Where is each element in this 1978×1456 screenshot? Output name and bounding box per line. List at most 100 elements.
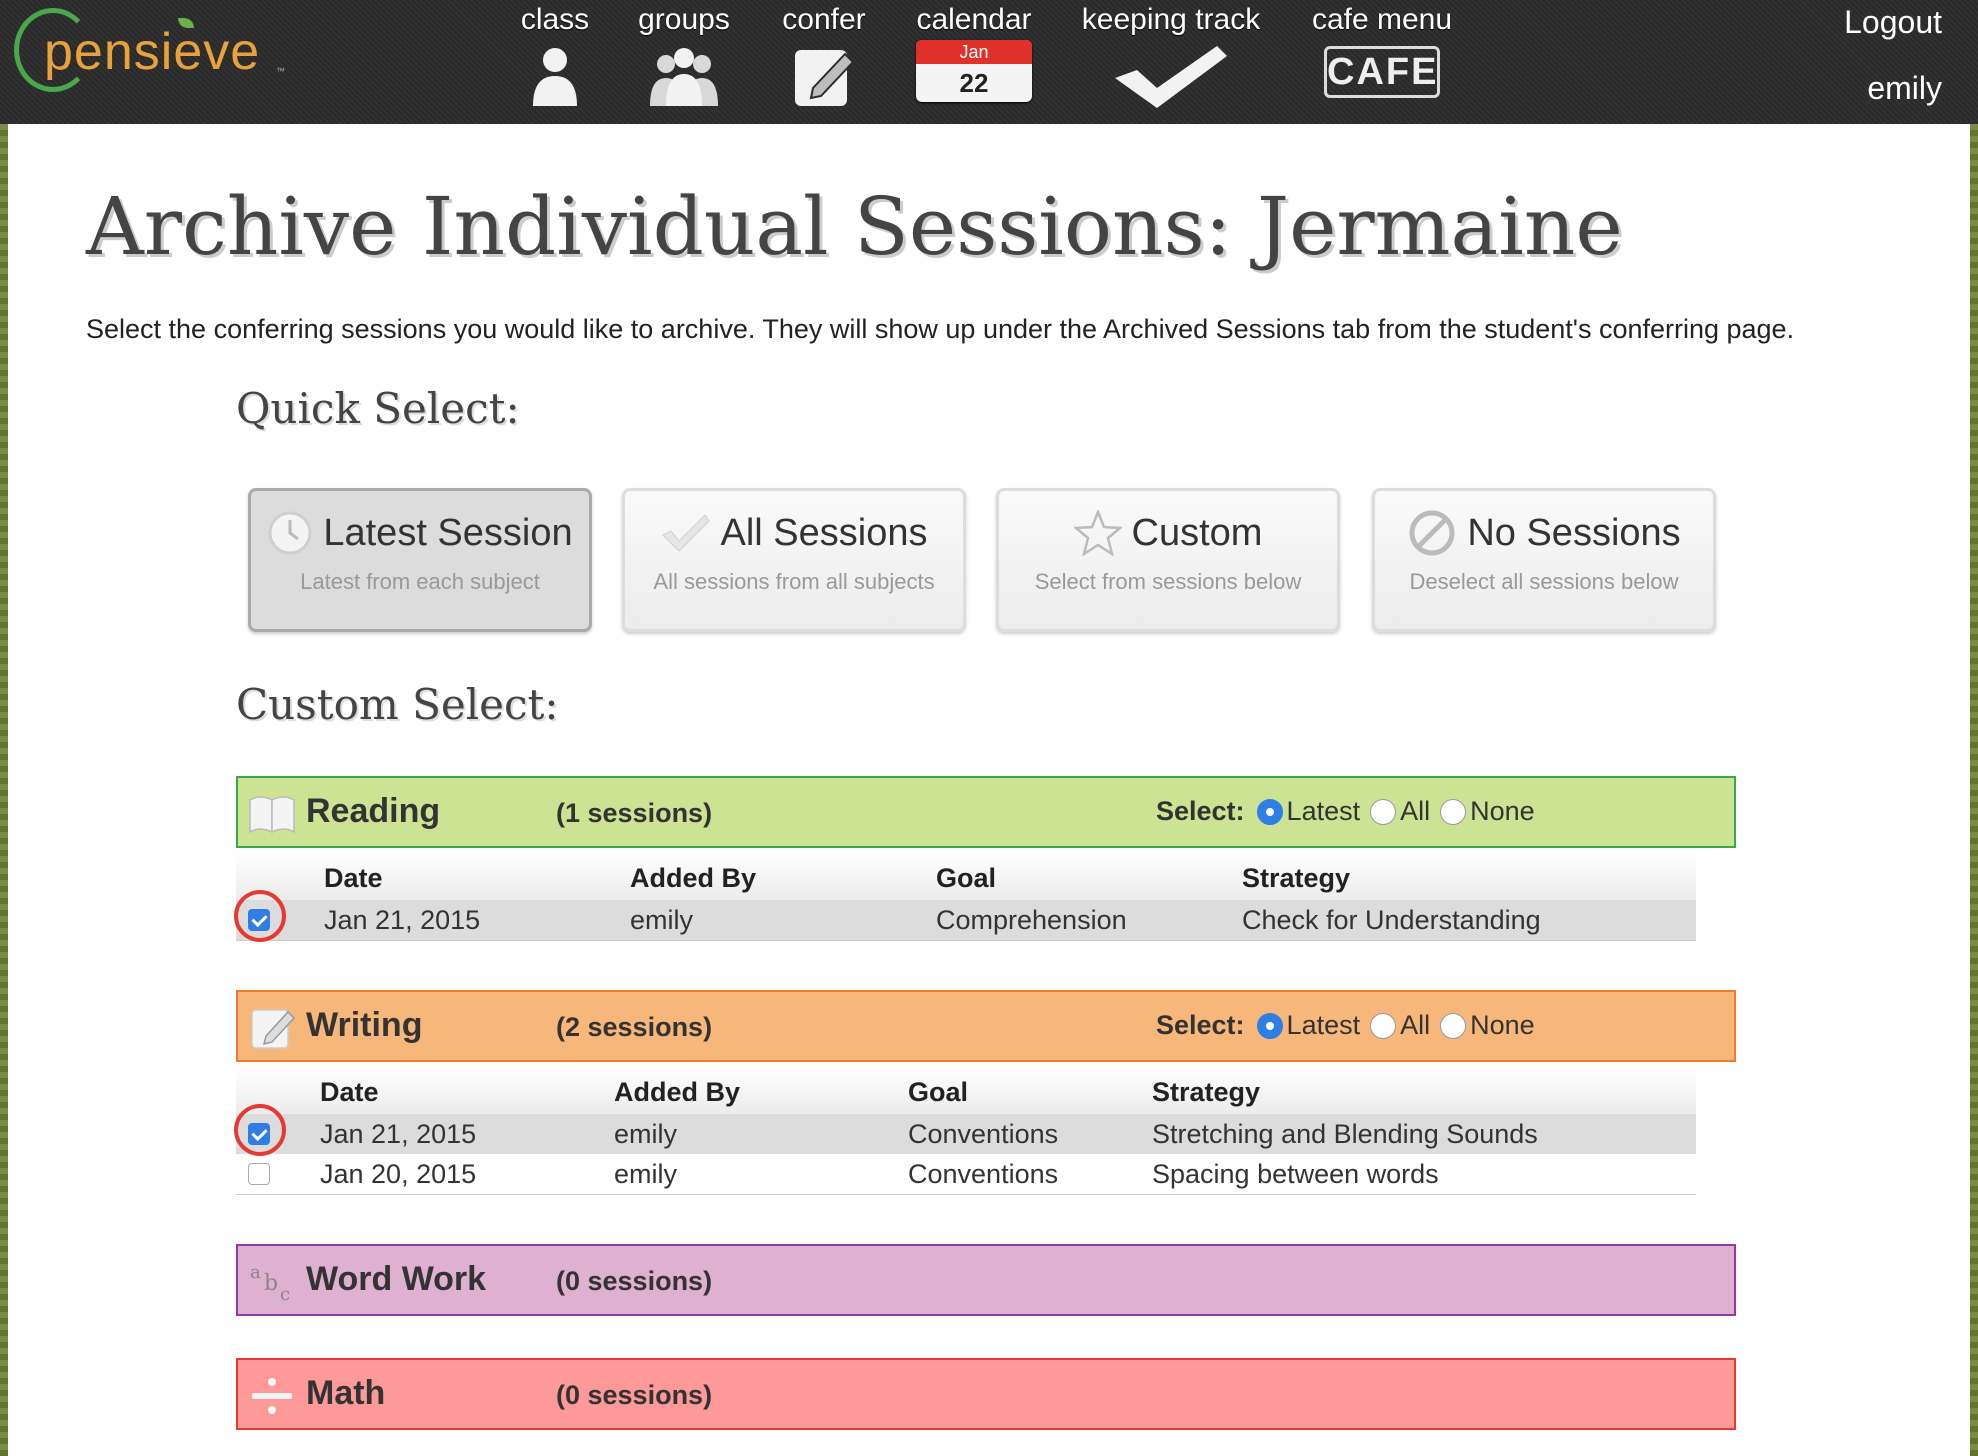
subject-name: Math <box>306 1374 386 1412</box>
open-book-icon <box>249 796 295 834</box>
select-label: Select: <box>1156 796 1245 826</box>
checkmark-icon <box>1115 46 1227 108</box>
subject-bar-writing: Writing (2 sessions) Select: Latest All … <box>236 990 1736 1062</box>
cell-added-by: emily <box>614 1119 678 1149</box>
header-goal: Goal <box>936 863 997 893</box>
session-checkbox[interactable] <box>248 909 270 931</box>
nav-keeping-track[interactable]: keeping track <box>1076 0 1266 120</box>
logout-link[interactable]: Logout <box>1844 2 1942 42</box>
no-sessions-label: No Sessions <box>1467 511 1681 554</box>
calendar-icon: Jan 22 <box>916 40 1032 102</box>
left-border-strip <box>0 124 8 1456</box>
nav-keeping-track-label: keeping track <box>1081 3 1261 36</box>
cell-date: Jan 21, 2015 <box>324 905 481 935</box>
group-icon <box>650 48 718 106</box>
custom-label: Custom <box>1131 511 1263 554</box>
svg-text:c: c <box>280 1284 290 1304</box>
check-icon <box>661 514 710 552</box>
session-count: (0 sessions) <box>556 1380 713 1410</box>
star-icon <box>1073 510 1122 556</box>
radio-latest-label: Latest <box>1286 1010 1361 1040</box>
no-entry-icon <box>1409 510 1455 556</box>
writing-sessions-table: Date Added By Goal Strategy Jan 21, 2015… <box>234 1066 1696 1195</box>
calendar-day: 22 <box>959 68 989 98</box>
radio-none[interactable] <box>1440 1012 1467 1039</box>
all-sessions-button[interactable]: All Sessions All sessions from all subje… <box>622 488 966 632</box>
nav-confer-label: confer <box>782 3 866 36</box>
latest-session-label: Latest Session <box>323 511 573 554</box>
radio-none[interactable] <box>1440 798 1467 825</box>
radio-latest[interactable] <box>1256 1012 1283 1039</box>
header-added-by: Added By <box>614 1077 741 1107</box>
cell-added-by: emily <box>614 1159 678 1189</box>
session-count: (2 sessions) <box>556 1012 713 1042</box>
table-header: Date Added By Goal Strategy <box>236 852 1696 900</box>
radio-all[interactable] <box>1370 1012 1397 1039</box>
svg-text:a: a <box>250 1262 261 1283</box>
radio-latest[interactable] <box>1256 798 1283 825</box>
radio-all[interactable] <box>1370 798 1397 825</box>
table-row[interactable]: Jan 21, 2015 emily Comprehension Check f… <box>234 890 1696 942</box>
logo-text: pensieve <box>44 23 261 81</box>
table-row[interactable]: Jan 20, 2015 emily Conventions Spacing b… <box>236 1154 1696 1195</box>
header-strategy: Strategy <box>1242 863 1351 893</box>
page-title: Archive Individual Sessions: Jermaine <box>86 180 1623 273</box>
header-goal: Goal <box>908 1077 969 1107</box>
calendar-month: Jan <box>916 40 1032 64</box>
intro-text: Select the conferring sessions you would… <box>86 314 1795 344</box>
select-options: Select: Latest All None <box>1156 796 1545 827</box>
radio-latest-label: Latest <box>1286 796 1361 826</box>
session-checkbox[interactable] <box>248 1163 270 1185</box>
custom-select-title: Custom Select: <box>236 680 559 729</box>
subject-name: Reading <box>306 792 441 830</box>
header-date: Date <box>320 1077 379 1107</box>
nav-calendar[interactable]: calendar Jan 22 <box>912 0 1036 120</box>
svg-text:b: b <box>264 1271 278 1296</box>
latest-session-sub: Latest from each subject <box>300 569 540 594</box>
nav-cafe-menu[interactable]: cafe menu CAFE <box>1304 0 1460 120</box>
person-icon <box>533 48 577 106</box>
nav-calendar-label: calendar <box>916 3 1032 36</box>
radio-none-label: None <box>1470 796 1535 826</box>
cell-goal: Comprehension <box>936 905 1127 935</box>
custom-sub: Select from sessions below <box>1034 569 1302 594</box>
custom-button[interactable]: Custom Select from sessions below <box>996 488 1340 632</box>
notepad-pencil-icon <box>795 50 855 106</box>
session-count: (0 sessions) <box>556 1266 713 1296</box>
nav-groups-label: groups <box>638 3 730 36</box>
latest-session-button[interactable]: Latest Session Latest from each subject <box>248 488 592 632</box>
no-sessions-button[interactable]: No Sessions Deselect all sessions below <box>1372 488 1716 632</box>
cell-goal: Conventions <box>908 1159 1059 1189</box>
reading-sessions-table: Date Added By Goal Strategy Jan 21, 2015… <box>234 852 1696 942</box>
notepad-pencil-icon <box>251 1009 296 1049</box>
current-user[interactable]: emily <box>1867 68 1942 108</box>
cell-added-by: emily <box>630 905 694 935</box>
cafe-sign-icon: CAFE <box>1324 46 1440 98</box>
session-count: (1 sessions) <box>556 798 713 828</box>
logo-trademark: ™ <box>276 66 285 76</box>
nav-confer[interactable]: confer <box>774 0 874 120</box>
pensieve-logo[interactable]: pensieve ™ <box>14 8 285 98</box>
select-options: Select: Latest All None <box>1156 1010 1545 1041</box>
cell-strategy: Check for Understanding <box>1242 905 1541 935</box>
abc-letters-icon: a b c <box>250 1262 290 1304</box>
subject-bar-math: Math (0 sessions) <box>236 1358 1736 1430</box>
no-sessions-sub: Deselect all sessions below <box>1409 569 1679 594</box>
cell-strategy: Spacing between words <box>1152 1159 1439 1189</box>
cell-goal: Conventions <box>908 1119 1059 1149</box>
quick-select-title: Quick Select: <box>236 384 520 433</box>
session-checkbox[interactable] <box>248 1123 270 1145</box>
radio-all-label: All <box>1400 1010 1431 1040</box>
cell-date: Jan 20, 2015 <box>320 1159 477 1189</box>
subject-name: Writing <box>306 1006 423 1044</box>
division-icon <box>252 1378 292 1414</box>
cell-strategy: Stretching and Blending Sounds <box>1152 1119 1538 1149</box>
table-row[interactable]: Jan 21, 2015 emily Conventions Stretchin… <box>234 1104 1696 1156</box>
header-strategy: Strategy <box>1152 1077 1261 1107</box>
top-navigation-bar: pensieve ™ class groups confer calendar … <box>0 0 1978 126</box>
nav-groups[interactable]: groups <box>632 0 736 120</box>
subject-bar-reading: Reading (1 sessions) Select: Latest All … <box>236 776 1736 848</box>
subject-bar-word-work: a b c Word Work (0 sessions) <box>236 1244 1736 1316</box>
nav-class[interactable]: class <box>510 0 600 120</box>
nav-cafe-menu-label: cafe menu <box>1311 3 1453 36</box>
